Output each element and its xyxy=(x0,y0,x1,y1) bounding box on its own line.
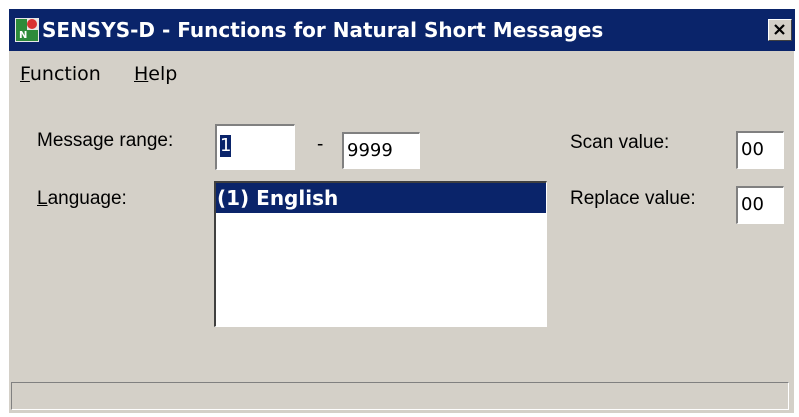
title-bar[interactable]: N SENSYS-D - Functions for Natural Short… xyxy=(9,9,795,51)
replace-value-field[interactable]: 00 xyxy=(736,186,784,224)
range-to-value: 9999 xyxy=(347,140,393,161)
list-item[interactable]: (1) English xyxy=(216,183,546,213)
range-to-field[interactable]: 9999 xyxy=(342,132,420,169)
message-range-label: Message range: xyxy=(37,130,174,151)
language-listbox[interactable]: (1) English xyxy=(214,181,547,327)
range-separator: - xyxy=(317,134,324,155)
scan-value-field[interactable]: 00 xyxy=(736,131,784,169)
language-label: Language: xyxy=(37,188,127,209)
menu-bar: Function Help xyxy=(9,52,795,92)
app-icon: N xyxy=(15,18,39,42)
window-title: SENSYS-D - Functions for Natural Short M… xyxy=(42,18,604,42)
scan-value-label: Scan value: xyxy=(570,132,670,153)
status-bar xyxy=(11,382,789,410)
menu-function[interactable]: Function xyxy=(20,62,101,86)
range-from-field[interactable]: 1 xyxy=(215,124,295,170)
replace-value-label: Replace value: xyxy=(570,188,696,209)
menu-help[interactable]: Help xyxy=(134,62,177,86)
range-from-value: 1 xyxy=(220,135,232,157)
dialog-window: N SENSYS-D - Functions for Natural Short… xyxy=(8,8,795,413)
close-icon xyxy=(774,24,785,35)
close-button[interactable] xyxy=(768,19,792,41)
svg-text:N: N xyxy=(19,30,27,41)
replace-value: 00 xyxy=(741,194,764,215)
scan-value: 00 xyxy=(741,139,764,160)
